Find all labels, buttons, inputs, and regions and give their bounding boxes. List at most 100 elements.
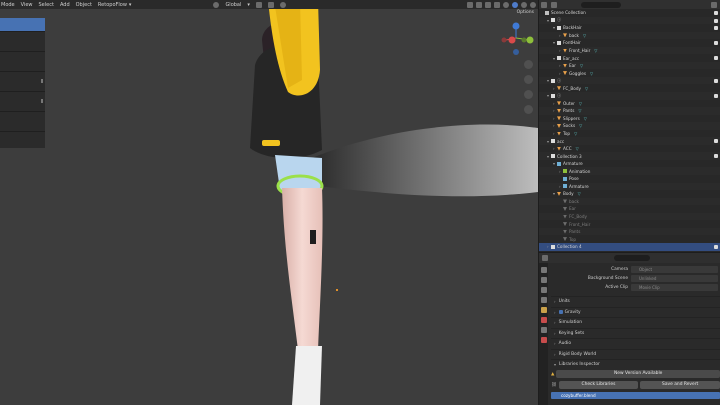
scene-tab-icon[interactable] bbox=[540, 307, 547, 313]
editor-type-icon[interactable] bbox=[542, 255, 548, 261]
outliner-row[interactable]: Scene Collection bbox=[539, 9, 720, 17]
outliner-search-input[interactable] bbox=[581, 1, 621, 8]
3d-viewport[interactable]: Mode View Select Add Object RetopoFlow ▾… bbox=[0, 0, 538, 405]
outliner-row[interactable]: ▾ BackHair bbox=[539, 24, 720, 32]
outliner-row[interactable]: › ACC ▽ bbox=[539, 145, 720, 153]
navigation-gizmo[interactable] bbox=[496, 18, 536, 62]
exclude-checkbox[interactable] bbox=[714, 244, 718, 249]
check-libraries-button[interactable]: Check Libraries bbox=[558, 381, 639, 389]
output-tab-icon[interactable] bbox=[540, 287, 547, 293]
background-scene-field[interactable]: Background Scene Unlinked bbox=[551, 274, 720, 283]
exclude-checkbox[interactable] bbox=[714, 94, 718, 99]
visibility-icon[interactable] bbox=[467, 1, 473, 8]
panel-keying-sets[interactable]: › Keying Sets bbox=[551, 327, 720, 339]
outliner-row[interactable]: › Socks ▽ bbox=[539, 122, 720, 130]
outliner-row[interactable]: FC_Body bbox=[539, 212, 720, 221]
menu-object[interactable]: Object bbox=[76, 2, 92, 8]
tool-tab-icon[interactable] bbox=[540, 267, 547, 273]
orientation-dropdown[interactable]: Global bbox=[225, 2, 241, 8]
snap-icon[interactable] bbox=[267, 1, 274, 8]
filter-icon[interactable] bbox=[711, 1, 717, 8]
outliner-row[interactable]: Pose bbox=[539, 175, 720, 183]
sidebar-row[interactable] bbox=[0, 92, 45, 112]
outliner-row[interactable]: › back ▽ bbox=[539, 31, 720, 40]
rendered-shading-icon[interactable] bbox=[530, 1, 536, 8]
sidebar-tab-active[interactable] bbox=[0, 18, 45, 32]
outliner-row[interactable]: Ear bbox=[539, 205, 720, 213]
chevron-down-icon[interactable]: ▾ bbox=[553, 191, 557, 196]
exclude-checkbox[interactable] bbox=[714, 56, 718, 61]
panel-audio[interactable]: › Audio bbox=[551, 338, 720, 349]
sidebar-row[interactable] bbox=[0, 72, 45, 92]
world-tab-icon[interactable] bbox=[540, 317, 547, 323]
outliner-row[interactable]: ▾ ⓘ bbox=[539, 92, 720, 100]
chevron-right-icon[interactable]: › bbox=[559, 48, 563, 53]
outliner-row[interactable]: › Pants ▽ bbox=[539, 107, 720, 115]
wireframe-shading-icon[interactable] bbox=[503, 1, 509, 8]
exclude-checkbox[interactable] bbox=[714, 139, 718, 144]
outliner-row[interactable]: › Ear ▽ bbox=[539, 61, 720, 70]
outliner-row[interactable]: › Animation bbox=[539, 167, 720, 176]
proportional-icon[interactable] bbox=[279, 1, 286, 8]
sidebar-row[interactable] bbox=[0, 112, 45, 132]
chevron-right-icon[interactable]: › bbox=[559, 63, 563, 68]
chevron-right-icon[interactable]: › bbox=[553, 108, 557, 113]
outliner-row[interactable]: › Front_Hair ▽ bbox=[539, 46, 720, 55]
outliner-row[interactable]: ▾ Ear_acc bbox=[539, 54, 720, 62]
outliner-row[interactable]: › Outer ▽ bbox=[539, 100, 720, 108]
sidebar-row[interactable] bbox=[0, 32, 45, 52]
gizmo-toggle-icon[interactable] bbox=[476, 1, 482, 8]
pan-icon[interactable] bbox=[524, 75, 533, 84]
texture-tab-icon[interactable] bbox=[540, 337, 547, 343]
outliner-row[interactable]: ▾ ⓘ bbox=[539, 76, 720, 85]
outliner-row[interactable]: › Collection 4 bbox=[539, 242, 720, 251]
collection-tab-icon[interactable] bbox=[540, 327, 547, 333]
field-value[interactable]: Object bbox=[631, 266, 718, 273]
panel-libraries-inspector[interactable]: ▾ Libraries Inspector bbox=[551, 359, 720, 370]
panel-rigid-body-world[interactable]: › Rigid Body World bbox=[551, 348, 720, 360]
editor-type-icon[interactable] bbox=[541, 1, 547, 8]
panel-gravity[interactable]: › Gravity bbox=[551, 306, 720, 318]
exclude-checkbox[interactable] bbox=[714, 78, 718, 83]
save-and-revert-button[interactable]: Save and Revert bbox=[640, 381, 720, 389]
options-button[interactable]: Options bbox=[517, 10, 534, 15]
menu-view[interactable]: View bbox=[21, 2, 33, 8]
exclude-checkbox[interactable] bbox=[714, 26, 718, 31]
active-clip-field[interactable]: Active Clip Movie Clip bbox=[551, 283, 720, 292]
field-value[interactable]: Unlinked bbox=[631, 275, 718, 282]
outliner-row[interactable]: ▾ Collection 3 bbox=[539, 152, 720, 160]
field-value[interactable]: Movie Clip bbox=[631, 284, 718, 291]
properties-search-input[interactable] bbox=[614, 255, 650, 261]
material-shading-icon[interactable] bbox=[521, 1, 527, 8]
outliner-row[interactable]: Front_Hair bbox=[539, 220, 720, 228]
outliner-row[interactable]: ▾ acc bbox=[539, 137, 720, 145]
menu-select[interactable]: Select bbox=[39, 2, 54, 8]
menu-retopoflow[interactable]: RetopoFlow bbox=[98, 2, 127, 8]
overlay-icon[interactable] bbox=[485, 1, 491, 8]
menu-mode[interactable]: Mode bbox=[1, 2, 15, 8]
outliner-row[interactable]: ▾ FontHair bbox=[539, 39, 720, 47]
outliner-row[interactable]: › Slippers ▽ bbox=[539, 115, 720, 123]
exclude-checkbox[interactable] bbox=[714, 41, 718, 46]
outliner-row[interactable]: Top bbox=[539, 235, 720, 243]
chevron-right-icon[interactable]: › bbox=[559, 71, 563, 76]
exclude-checkbox[interactable] bbox=[714, 18, 718, 23]
outliner-row[interactable]: Pants bbox=[539, 227, 720, 236]
camera-field[interactable]: Camera Object bbox=[551, 265, 720, 274]
outliner-row[interactable]: ▾ Body ▽ bbox=[539, 190, 720, 198]
chevron-right-icon[interactable]: › bbox=[553, 101, 557, 106]
outliner-row[interactable]: › Goggles ▽ bbox=[539, 69, 720, 77]
exclude-checkbox[interactable] bbox=[714, 154, 718, 159]
chevron-right-icon[interactable]: › bbox=[553, 86, 557, 91]
pivot-icon[interactable] bbox=[255, 1, 262, 8]
chevron-right-icon[interactable]: › bbox=[553, 116, 557, 121]
outliner-row[interactable]: › FC_Body ▽ bbox=[539, 84, 720, 92]
outliner-row[interactable]: › Armature bbox=[539, 182, 720, 191]
chevron-right-icon[interactable]: › bbox=[553, 131, 557, 136]
zoom-icon[interactable] bbox=[524, 60, 533, 69]
chevron-right-icon[interactable]: › bbox=[559, 33, 563, 38]
chevron-right-icon[interactable]: › bbox=[553, 146, 557, 151]
outliner-row[interactable]: back bbox=[539, 197, 720, 206]
view-layer-tab-icon[interactable] bbox=[540, 297, 547, 303]
panel-units[interactable]: › Units bbox=[551, 296, 720, 307]
